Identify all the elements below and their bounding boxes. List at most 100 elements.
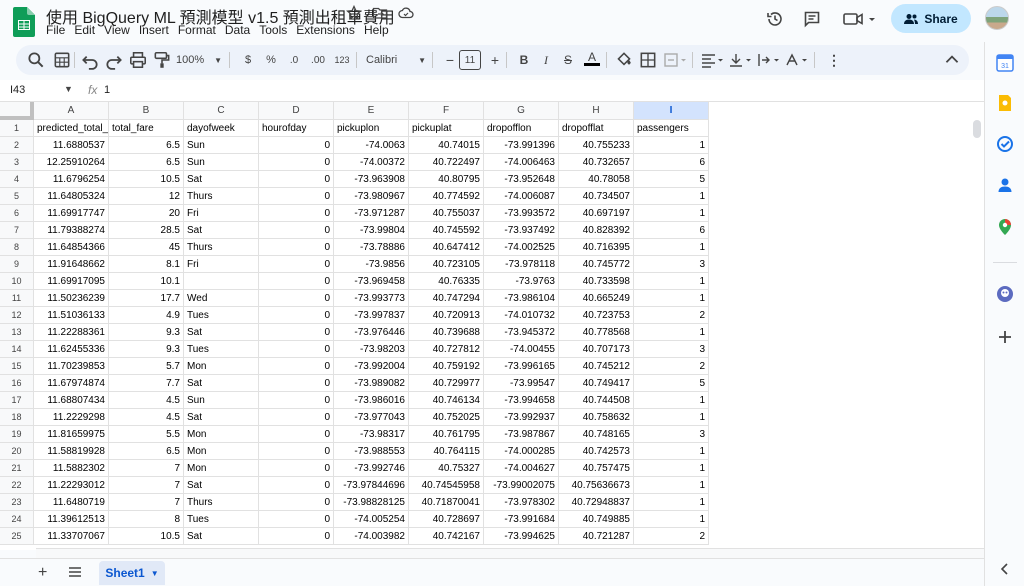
table-cell[interactable]: 40.739688 [409,324,484,341]
table-cell[interactable]: -73.987867 [484,426,559,443]
table-cell[interactable]: 17.7 [109,290,184,307]
menu-file[interactable]: File [46,23,70,37]
table-cell[interactable]: 0 [259,188,334,205]
table-cell[interactable]: Tues [184,307,259,324]
table-cell[interactable]: Mon [184,426,259,443]
table-cell[interactable]: -73.997837 [334,307,409,324]
header-cell[interactable]: passengers [634,120,709,137]
text-rotation-icon[interactable] [784,50,810,70]
table-cell[interactable]: Mon [184,460,259,477]
menu-extensions[interactable]: Extensions [296,23,360,37]
table-cell[interactable]: 11.6880537 [34,137,109,154]
maps-icon[interactable] [996,218,1014,236]
table-cell[interactable]: 11.6480719 [34,494,109,511]
column-header-e[interactable]: E [334,102,409,120]
table-cell[interactable]: 40.748165 [559,426,634,443]
table-cell[interactable]: 40.734507 [559,188,634,205]
table-cell[interactable]: -73.986016 [334,392,409,409]
calendar-icon[interactable]: 31 [996,54,1014,72]
table-cell[interactable]: 40.745772 [559,256,634,273]
table-cell[interactable]: 10.5 [109,528,184,545]
table-cell[interactable]: 40.742573 [559,443,634,460]
table-cell[interactable]: 3 [634,426,709,443]
header-cell[interactable]: dropofflat [559,120,634,137]
table-cell[interactable]: -74.006087 [484,188,559,205]
row-header[interactable]: 18 [0,409,34,426]
font-select[interactable]: Calibri ▼ [366,50,426,70]
spreadsheet-grid[interactable]: A B C D E F G H I 1 predicted_total_ total_fare dayo… [0,102,984,550]
header-cell[interactable]: total_fare [109,120,184,137]
table-cell[interactable]: -73.976446 [334,324,409,341]
table-cell[interactable]: 2 [634,358,709,375]
table-cell[interactable]: Sun [184,154,259,171]
table-cell[interactable]: -73.993572 [484,205,559,222]
table-cell[interactable]: 40.732657 [559,154,634,171]
table-cell[interactable]: 40.755037 [409,205,484,222]
get-addons-icon[interactable] [996,328,1014,346]
row-header[interactable]: 3 [0,154,34,171]
row-header[interactable]: 22 [0,477,34,494]
table-cell[interactable]: Fri [184,205,259,222]
table-cell[interactable]: 20 [109,205,184,222]
vertical-align-icon[interactable] [728,50,754,70]
table-cell[interactable]: 0 [259,443,334,460]
calculator-icon[interactable] [52,50,72,70]
table-cell[interactable]: 40.733598 [559,273,634,290]
table-cell[interactable]: 40.752025 [409,409,484,426]
row-header[interactable]: 20 [0,443,34,460]
table-cell[interactable]: Thurs [184,494,259,511]
table-cell[interactable]: -73.988553 [334,443,409,460]
table-cell[interactable]: 11.5882302 [34,460,109,477]
increase-font-size-button[interactable]: + [485,50,505,70]
tasks-icon[interactable] [996,135,1014,153]
row-header[interactable]: 21 [0,460,34,477]
table-cell[interactable]: 40.749885 [559,511,634,528]
table-cell[interactable]: -74.0063 [334,137,409,154]
table-cell[interactable]: 11.64854366 [34,239,109,256]
table-cell[interactable]: 4.5 [109,392,184,409]
table-cell[interactable]: -74.010732 [484,307,559,324]
table-cell[interactable]: 0 [259,222,334,239]
table-cell[interactable]: 40.74015 [409,137,484,154]
increase-decimal-button[interactable]: .00 [308,50,328,70]
sheet-tab[interactable]: Sheet1 ▼ [99,561,165,585]
addon-icon[interactable] [996,285,1014,303]
table-cell[interactable]: 0 [259,375,334,392]
table-cell[interactable]: 40.749417 [559,375,634,392]
table-cell[interactable]: 0 [259,528,334,545]
table-cell[interactable]: 9.3 [109,324,184,341]
horizontal-scrollbar[interactable] [36,548,984,558]
table-cell[interactable]: -74.002525 [484,239,559,256]
table-cell[interactable]: Mon [184,443,259,460]
table-cell[interactable]: -73.994658 [484,392,559,409]
table-cell[interactable]: 40.723105 [409,256,484,273]
cloud-status-icon[interactable] [398,5,414,21]
table-cell[interactable]: -73.980967 [334,188,409,205]
borders-icon[interactable] [638,50,658,70]
table-cell[interactable]: 40.723753 [559,307,634,324]
table-cell[interactable]: 0 [259,273,334,290]
table-cell[interactable]: 40.76335 [409,273,484,290]
font-size-input[interactable]: 11 [459,50,481,70]
table-cell[interactable]: 0 [259,511,334,528]
table-cell[interactable]: 40.647412 [409,239,484,256]
undo-icon[interactable] [80,50,100,70]
table-cell[interactable]: Sat [184,222,259,239]
header-cell[interactable]: dropofflon [484,120,559,137]
table-cell[interactable]: 2 [634,307,709,324]
column-header-h[interactable]: H [559,102,634,120]
table-cell[interactable]: 1 [634,188,709,205]
row-header[interactable]: 15 [0,358,34,375]
table-cell[interactable]: -73.992746 [334,460,409,477]
row-header[interactable]: 23 [0,494,34,511]
row-header[interactable]: 4 [0,171,34,188]
table-cell[interactable]: -74.003982 [334,528,409,545]
table-cell[interactable]: 1 [634,324,709,341]
table-cell[interactable]: 0 [259,307,334,324]
table-cell[interactable]: 40.746134 [409,392,484,409]
header-cell[interactable]: pickuplat [409,120,484,137]
column-header-i[interactable]: I [634,102,709,120]
format-currency-button[interactable]: $ [238,50,258,70]
table-cell[interactable]: Mon [184,358,259,375]
table-cell[interactable]: 40.745212 [559,358,634,375]
